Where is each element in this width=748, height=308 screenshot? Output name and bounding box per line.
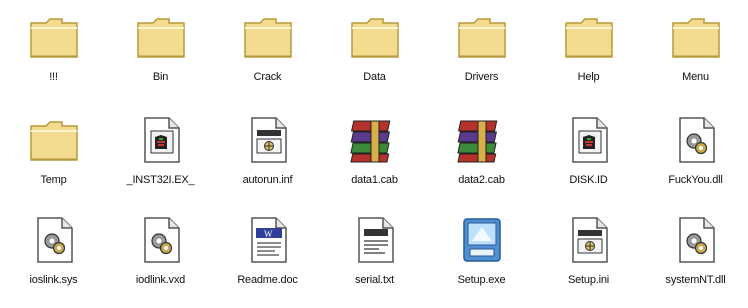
- system-icon: [28, 215, 80, 265]
- file-item-drivers[interactable]: Drivers: [428, 0, 535, 103]
- file-label: Crack: [253, 71, 282, 83]
- folder-icon: [135, 12, 187, 62]
- file-item-exclaim[interactable]: !!!: [0, 0, 107, 103]
- file-item-data2-cab[interactable]: data2.cab: [428, 103, 535, 203]
- file-item-systemnt-dll[interactable]: systemNT.dll: [642, 203, 748, 308]
- file-label: _INST32I.EX_: [126, 174, 195, 186]
- file-label: Temp: [40, 174, 67, 186]
- folder-icon: [670, 12, 722, 62]
- file-item-serial-txt[interactable]: serial.txt: [321, 203, 428, 308]
- folder-icon: [242, 12, 294, 62]
- file-item-ioslink-sys[interactable]: ioslink.sys: [0, 203, 107, 308]
- file-label: autorun.inf: [242, 174, 293, 186]
- setup-file-icon: [563, 115, 615, 165]
- exe-icon: [456, 215, 508, 265]
- file-item-disk-id[interactable]: DISK.ID: [535, 103, 642, 203]
- file-item-temp[interactable]: Temp: [0, 103, 107, 203]
- ini-icon: [563, 215, 615, 265]
- file-label: iodlink.vxd: [135, 274, 186, 286]
- txt-icon: [349, 215, 401, 265]
- file-item-fuckyou-dll[interactable]: FuckYou.dll: [642, 103, 748, 203]
- file-label: FuckYou.dll: [668, 174, 723, 186]
- cab-icon: [456, 115, 508, 165]
- setup-file-icon: [135, 115, 187, 165]
- file-label: Menu: [682, 71, 709, 83]
- ini-icon: [242, 115, 294, 165]
- folder-icon: [563, 12, 615, 62]
- system-icon: [670, 215, 722, 265]
- file-label: ioslink.sys: [29, 274, 78, 286]
- folder-icon: [456, 12, 508, 62]
- file-item-data1-cab[interactable]: data1.cab: [321, 103, 428, 203]
- file-label: systemNT.dll: [665, 274, 726, 286]
- file-label: DISK.ID: [569, 174, 608, 186]
- file-label: Setup.exe: [457, 274, 506, 286]
- folder-icon: [28, 115, 80, 165]
- file-label: data1.cab: [351, 174, 398, 186]
- file-label: Readme.doc: [237, 274, 298, 286]
- file-label: Bin: [152, 71, 169, 83]
- svg-text:W: W: [264, 229, 273, 239]
- file-item-setup-ini[interactable]: Setup.ini: [535, 203, 642, 308]
- system-icon: [670, 115, 722, 165]
- folder-icon: [349, 12, 401, 62]
- file-label: Help: [577, 71, 600, 83]
- doc-icon: W: [242, 215, 294, 265]
- system-icon: [135, 215, 187, 265]
- file-item-data[interactable]: Data: [321, 0, 428, 103]
- file-label: data2.cab: [458, 174, 505, 186]
- file-label: Drivers: [464, 71, 499, 83]
- file-label: Setup.ini: [567, 274, 609, 286]
- file-item-autorun-inf[interactable]: autorun.inf: [214, 103, 321, 203]
- file-item-bin[interactable]: Bin: [107, 0, 214, 103]
- file-item-inst32i-ex[interactable]: _INST32I.EX_: [107, 103, 214, 203]
- cab-icon: [349, 115, 401, 165]
- file-item-crack[interactable]: Crack: [214, 0, 321, 103]
- file-label: Data: [363, 71, 386, 83]
- file-grid: !!! Bin Crack Data Drivers Help Menu Tem…: [0, 0, 748, 308]
- file-item-menu[interactable]: Menu: [642, 0, 748, 103]
- file-label: !!!: [49, 71, 58, 83]
- file-item-help[interactable]: Help: [535, 0, 642, 103]
- file-label: serial.txt: [355, 274, 394, 286]
- file-item-iodlink-vxd[interactable]: iodlink.vxd: [107, 203, 214, 308]
- folder-icon: [28, 12, 80, 62]
- file-item-readme-doc[interactable]: W Readme.doc: [214, 203, 321, 308]
- file-item-setup-exe[interactable]: Setup.exe: [428, 203, 535, 308]
